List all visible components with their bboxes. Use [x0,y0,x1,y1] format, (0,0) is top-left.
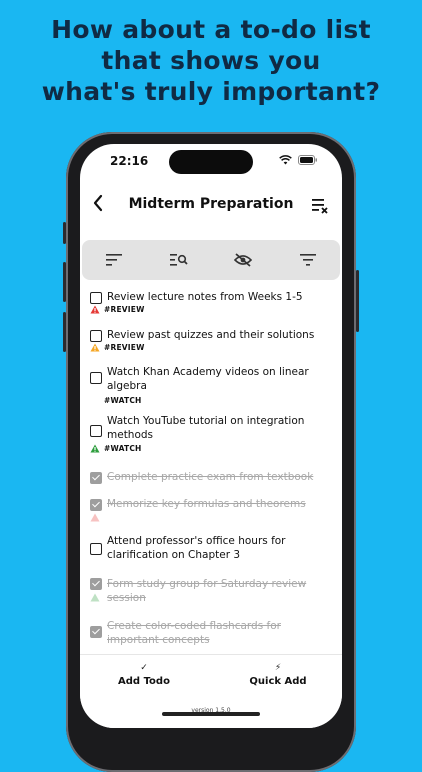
clear-completed-button[interactable] [312,198,330,218]
todo-meta [90,513,100,522]
home-indicator[interactable] [162,712,260,716]
todo-checkbox-checked[interactable] [90,472,102,484]
marketing-headline: How about a to-do list that shows you wh… [0,14,422,107]
todo-tag: #WATCH [104,444,142,453]
priority-medium-icon [90,343,100,352]
wifi-icon [279,155,292,165]
sort-button[interactable] [99,248,129,272]
power-button [356,270,359,332]
lightning-icon: ⚡ [274,663,282,673]
sort-icon [106,254,123,266]
quick-add-label: Quick Add [249,676,307,687]
priority-low-icon [90,593,100,602]
todo-text: Watch Khan Academy videos on linear alge… [107,366,309,392]
checkmark-icon: ✓ [140,663,148,673]
battery-icon [298,155,317,165]
todo-checkbox-checked[interactable] [90,578,102,590]
filter-button[interactable] [293,248,323,272]
todo-meta [90,593,100,602]
headline-line-2: that shows you [101,46,321,75]
list-toolbar [82,240,340,280]
todo-tag: #WATCH [104,396,142,405]
todo-text: Create color-coded flashcards for import… [107,620,281,646]
todo-text: Attend professor's office hours for clar… [107,535,286,561]
todo-text: Complete practice exam from textbook [107,471,314,483]
todo-text: Watch YouTube tutorial on integration me… [107,415,305,441]
todo-tag: #REVIEW [104,343,145,352]
quick-add-button[interactable]: ⚡ Quick Add [228,663,328,687]
filter-icon [299,254,316,266]
todo-tag: #REVIEW [104,305,145,314]
status-time: 22:16 [110,154,149,168]
todo-meta: #WATCH [90,396,142,405]
status-icons [279,155,318,165]
headline-line-3: what's truly important? [41,77,381,106]
todo-text: Review past quizzes and their solutions [107,329,315,341]
add-todo-label: Add Todo [118,676,170,687]
nav-bar: Midterm Preparation [80,192,342,222]
todo-checkbox-checked[interactable] [90,499,102,511]
todo-checkbox[interactable] [90,425,102,437]
todo-meta: #REVIEW [90,343,145,352]
volume-up-button [63,262,66,302]
todo-checkbox[interactable] [90,372,102,384]
hide-completed-button[interactable] [228,248,258,272]
todo-meta: #WATCH [90,444,142,453]
priority-high-icon [90,513,100,522]
add-todo-button[interactable]: ✓ Add Todo [94,663,194,687]
mute-switch [63,222,66,244]
todo-checkbox[interactable] [90,543,102,555]
search-list-icon [169,254,188,266]
todo-text: Memorize key formulas and theorems [107,498,306,510]
page-title: Midterm Preparation [128,196,294,212]
app-screen: 22:16 Midterm Preparation Review lecture… [80,144,342,728]
todo-checkbox-checked[interactable] [90,626,102,638]
priority-high-icon [90,305,100,314]
todo-checkbox[interactable] [90,292,102,304]
eye-off-icon [234,253,253,267]
todo-checkbox[interactable] [90,330,102,342]
bottom-bar: ✓ Add Todo ⚡ Quick Add version 1.5.0 [80,654,342,728]
search-list-button[interactable] [164,248,194,272]
volume-down-button [63,312,66,352]
headline-line-1: How about a to-do list [51,15,371,44]
priority-low-icon [90,444,100,453]
todo-text: Review lecture notes from Weeks 1-5 [107,291,303,303]
todo-text: Form study group for Saturday review ses… [107,578,307,604]
dynamic-island [169,150,253,174]
clear-list-icon [312,199,328,214]
todo-meta: #REVIEW [90,305,145,314]
